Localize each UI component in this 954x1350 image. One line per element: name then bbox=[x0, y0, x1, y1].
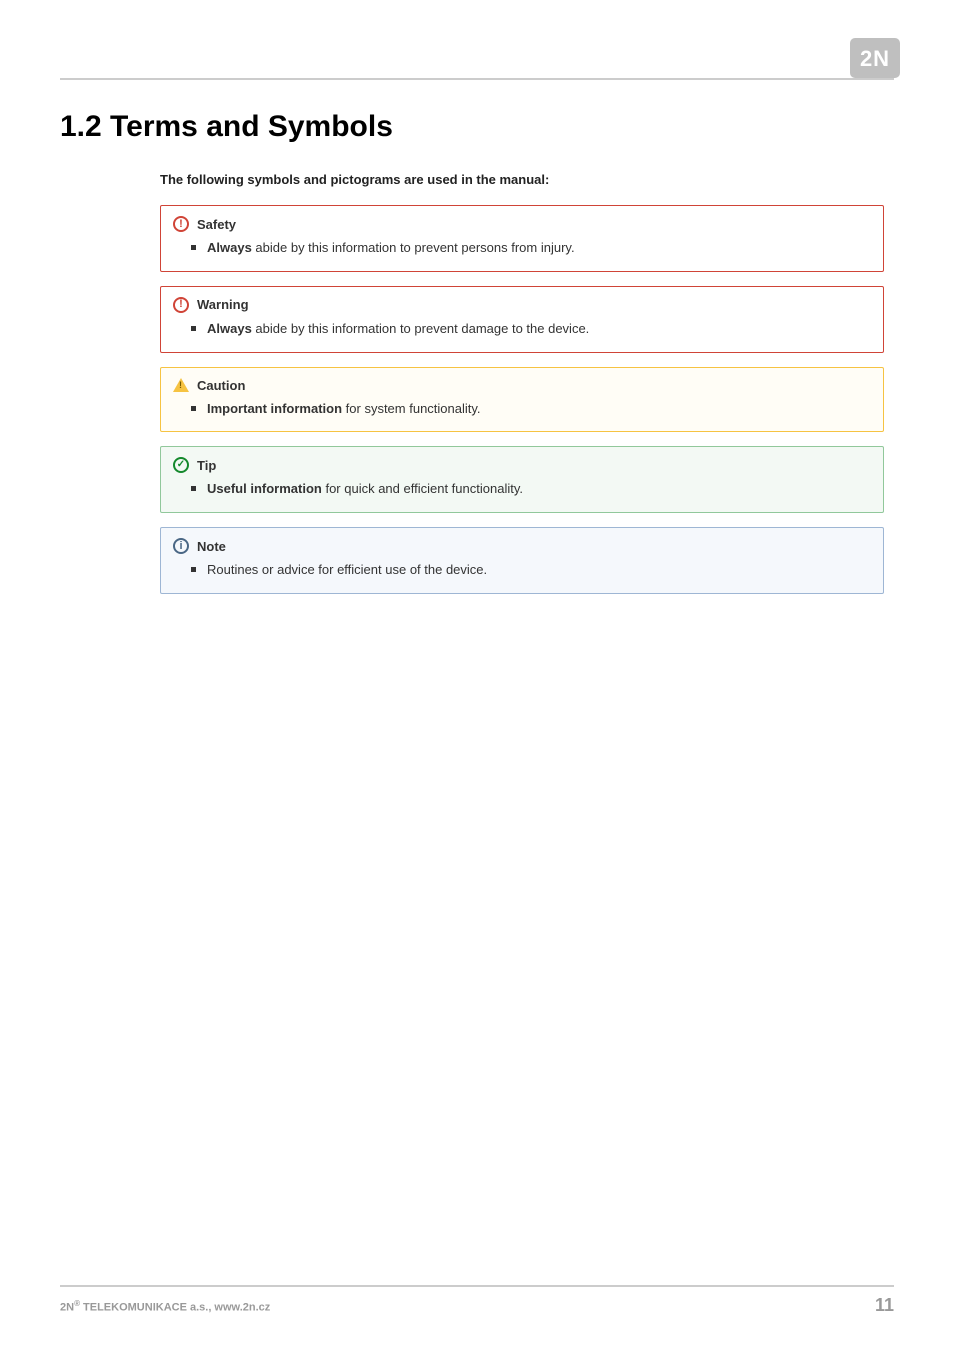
callout-caution-title: Caution bbox=[197, 378, 245, 393]
callout-caution-item: Important information for system functio… bbox=[207, 399, 871, 420]
footer-brand: 2N bbox=[60, 1302, 74, 1314]
caution-icon bbox=[173, 378, 189, 392]
safety-icon: ! bbox=[173, 216, 189, 232]
logo-text: 2N bbox=[860, 46, 890, 71]
callout-safety-item: Always abide by this information to prev… bbox=[207, 238, 871, 259]
brand-logo-icon: 2N bbox=[850, 38, 900, 78]
callout-tip-title: Tip bbox=[197, 458, 216, 473]
callout-warning-title: Warning bbox=[197, 297, 249, 312]
callout-warning-bold: Always bbox=[207, 321, 252, 336]
callout-caution: Caution Important information for system… bbox=[160, 367, 884, 433]
footer-company: TELEKOMUNIKACE a.s., www.2n.cz bbox=[80, 1302, 270, 1314]
callout-tip: Tip Useful information for quick and eff… bbox=[160, 446, 884, 513]
callout-safety: ! Safety Always abide by this informatio… bbox=[160, 205, 884, 272]
tip-icon bbox=[173, 457, 189, 473]
callout-warning-item: Always abide by this information to prev… bbox=[207, 319, 871, 340]
callout-note-item: Routines or advice for efficient use of … bbox=[207, 560, 871, 581]
header-rule: 2N bbox=[60, 40, 894, 80]
callout-tip-text: for quick and efficient functionality. bbox=[322, 481, 523, 496]
callout-warning-text: abide by this information to prevent dam… bbox=[252, 321, 589, 336]
callout-tip-bold: Useful information bbox=[207, 481, 322, 496]
callout-note-text: Routines or advice for efficient use of … bbox=[207, 562, 487, 577]
content-area: The following symbols and pictograms are… bbox=[60, 172, 894, 594]
callout-safety-title: Safety bbox=[197, 217, 236, 232]
page-footer: 2N® TELEKOMUNIKACE a.s., www.2n.cz 11 bbox=[60, 1285, 894, 1316]
warning-icon: ! bbox=[173, 297, 189, 313]
callout-note: i Note Routines or advice for efficient … bbox=[160, 527, 884, 594]
footer-left: 2N® TELEKOMUNIKACE a.s., www.2n.cz bbox=[60, 1299, 270, 1314]
callout-safety-text: abide by this information to prevent per… bbox=[252, 240, 575, 255]
callout-caution-bold: Important information bbox=[207, 401, 342, 416]
page-title: 1.2 Terms and Symbols bbox=[60, 110, 894, 144]
callout-safety-bold: Always bbox=[207, 240, 252, 255]
callout-tip-item: Useful information for quick and efficie… bbox=[207, 479, 871, 500]
callout-note-title: Note bbox=[197, 539, 226, 554]
callout-caution-text: for system functionality. bbox=[342, 401, 480, 416]
callout-warning: ! Warning Always abide by this informati… bbox=[160, 286, 884, 353]
intro-text: The following symbols and pictograms are… bbox=[160, 172, 884, 187]
page-number: 11 bbox=[875, 1295, 894, 1316]
note-icon: i bbox=[173, 538, 189, 554]
